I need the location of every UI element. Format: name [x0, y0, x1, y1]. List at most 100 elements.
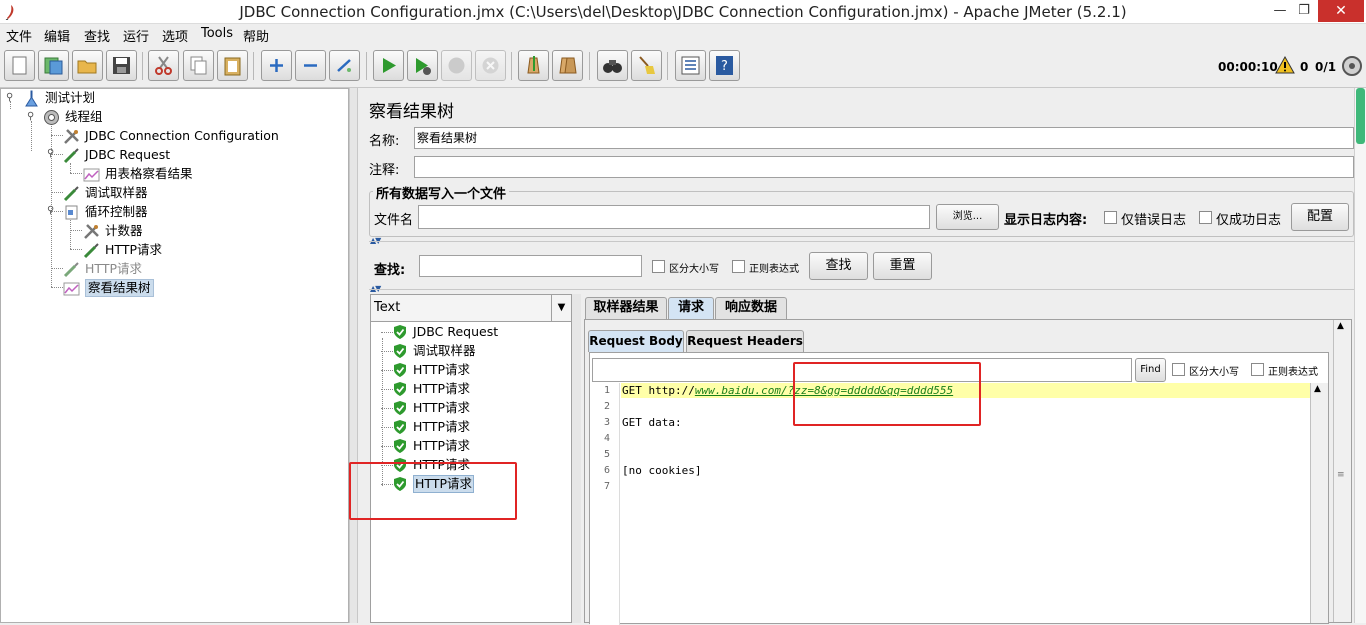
subtab-request-body[interactable]: Request Body [588, 330, 684, 352]
chevron-down-icon[interactable]: ▼ [551, 295, 571, 321]
config-element-icon [84, 224, 99, 239]
test-plan-tree: ⚲ ⚲ ⚲ ⚲ 测试计划 线程组 JDBC Connection Configu… [0, 88, 349, 623]
editor-scrollbar[interactable]: ▲ [1310, 383, 1328, 623]
case-sensitive-checkbox[interactable] [652, 260, 665, 273]
search-button[interactable]: 查找 [809, 252, 868, 280]
errors-only-checkbox[interactable] [1104, 211, 1117, 224]
listener-icon [63, 282, 80, 296]
expand-handle[interactable]: ⚲ [6, 93, 14, 103]
help-button[interactable]: ? [709, 50, 740, 81]
code-line-6: [no cookies] [622, 464, 702, 477]
comment-label: 注释: [369, 163, 400, 178]
configure-button[interactable]: 配置 [1291, 203, 1349, 231]
subtab-request-headers[interactable]: Request Headers [686, 330, 804, 352]
filename-field[interactable] [418, 205, 930, 229]
paste-icon [224, 57, 241, 76]
stop-button[interactable] [441, 50, 472, 81]
clear-button[interactable] [518, 50, 549, 81]
write-to-file-title: 所有数据写入一个文件 [373, 183, 510, 202]
comment-field[interactable] [414, 156, 1354, 178]
line-number: 7 [603, 481, 610, 492]
success-shield-icon [394, 344, 406, 358]
expand-handle[interactable]: ⚲ [27, 112, 35, 122]
main-scrollbar[interactable] [1354, 88, 1366, 623]
find-button[interactable]: Find [1135, 358, 1166, 382]
toggle-button[interactable] [329, 50, 360, 81]
tree-item-label: JDBC Connection Configuration [85, 128, 279, 143]
search-button[interactable] [597, 50, 628, 81]
collapse-all-button[interactable] [295, 50, 326, 81]
success-shield-icon [394, 439, 406, 453]
name-field[interactable]: 察看结果树 [414, 127, 1354, 149]
tab-response-data[interactable]: 响应数据 [715, 297, 787, 319]
expand-handle[interactable]: ⚲ [47, 206, 55, 216]
menu-options[interactable]: 选项 [162, 26, 188, 45]
renderer-select[interactable]: Text ▼ [371, 295, 571, 322]
cut-button[interactable] [148, 50, 179, 81]
open-icon [77, 60, 97, 74]
browse-button[interactable]: 浏览... [936, 204, 999, 230]
line-number: 2 [603, 401, 610, 412]
tab-sampler-result[interactable]: 取样器结果 [585, 297, 667, 319]
regex-checkbox[interactable] [732, 260, 745, 273]
success-shield-icon [394, 420, 406, 434]
config-element-icon [64, 129, 79, 144]
close-button[interactable]: ✕ [1318, 0, 1364, 22]
scroll-grip[interactable]: ≡ [1337, 470, 1345, 480]
tree-item-label: 察看结果树 [85, 279, 154, 297]
clear-all-button[interactable] [552, 50, 583, 81]
menu-run[interactable]: 运行 [123, 26, 149, 45]
annotation-box-selected-result [349, 462, 517, 520]
reset-search-icon [639, 56, 655, 74]
reset-button[interactable]: 重置 [873, 252, 932, 280]
new-button[interactable] [4, 50, 35, 81]
find-regex-checkbox[interactable] [1251, 363, 1264, 376]
paste-button[interactable] [217, 50, 248, 81]
function-helper-button[interactable] [675, 50, 706, 81]
find-case-checkbox[interactable] [1172, 363, 1185, 376]
templates-button[interactable] [38, 50, 69, 81]
menu-tools[interactable]: Tools [201, 26, 233, 41]
start-button[interactable] [373, 50, 404, 81]
expand-handle[interactable]: ⚲ [47, 149, 55, 159]
tree-item-label: 循环控制器 [85, 204, 148, 219]
tab-request[interactable]: 请求 [668, 297, 714, 320]
tree-item-label: JDBC Request [85, 147, 171, 162]
toggle-icon [337, 59, 351, 72]
warning-icon[interactable] [1275, 56, 1295, 74]
success-shield-icon [394, 401, 406, 415]
reset-search-button[interactable] [631, 50, 662, 81]
save-button[interactable] [106, 50, 137, 81]
maximize-button[interactable]: ❐ [1290, 0, 1318, 22]
sampler-icon [63, 148, 79, 164]
results-splitter[interactable] [572, 294, 581, 623]
main-scroll-thumb[interactable] [1356, 88, 1365, 144]
menu-help[interactable]: 帮助 [243, 26, 269, 45]
open-button[interactable] [72, 50, 103, 81]
start-no-pauses-button[interactable] [407, 50, 438, 81]
shutdown-button[interactable] [475, 50, 506, 81]
scroll-up-arrow[interactable]: ▲ [1337, 321, 1344, 331]
sampler-icon [83, 243, 99, 259]
new-icon [12, 56, 27, 75]
search-field[interactable] [419, 255, 642, 277]
scroll-up-arrow[interactable]: ▲ [1314, 384, 1321, 394]
tree-item-label: HTTP请求 [85, 261, 142, 276]
panel-scrollbar[interactable]: ▲ ≡ [1333, 320, 1351, 622]
menu-search[interactable]: 查找 [84, 26, 110, 45]
copy-button[interactable] [183, 50, 214, 81]
line-number: 4 [603, 433, 610, 444]
panel-divider[interactable] [349, 88, 358, 623]
shutdown-icon [482, 57, 499, 74]
menu-file[interactable]: 文件 [6, 26, 32, 45]
line-number-gutter: 1 2 3 4 5 6 7 [590, 383, 620, 625]
save-icon [113, 57, 130, 74]
expand-all-button[interactable] [261, 50, 292, 81]
success-only-checkbox[interactable] [1199, 211, 1212, 224]
menu-edit[interactable]: 编辑 [44, 26, 70, 45]
renderer-select-value: Text [374, 300, 401, 315]
function-helper-icon [681, 56, 700, 75]
request-method-url-prefix: GET http:// [622, 384, 695, 397]
toolbar-separator [253, 52, 254, 80]
svg-text:?: ? [721, 59, 728, 74]
